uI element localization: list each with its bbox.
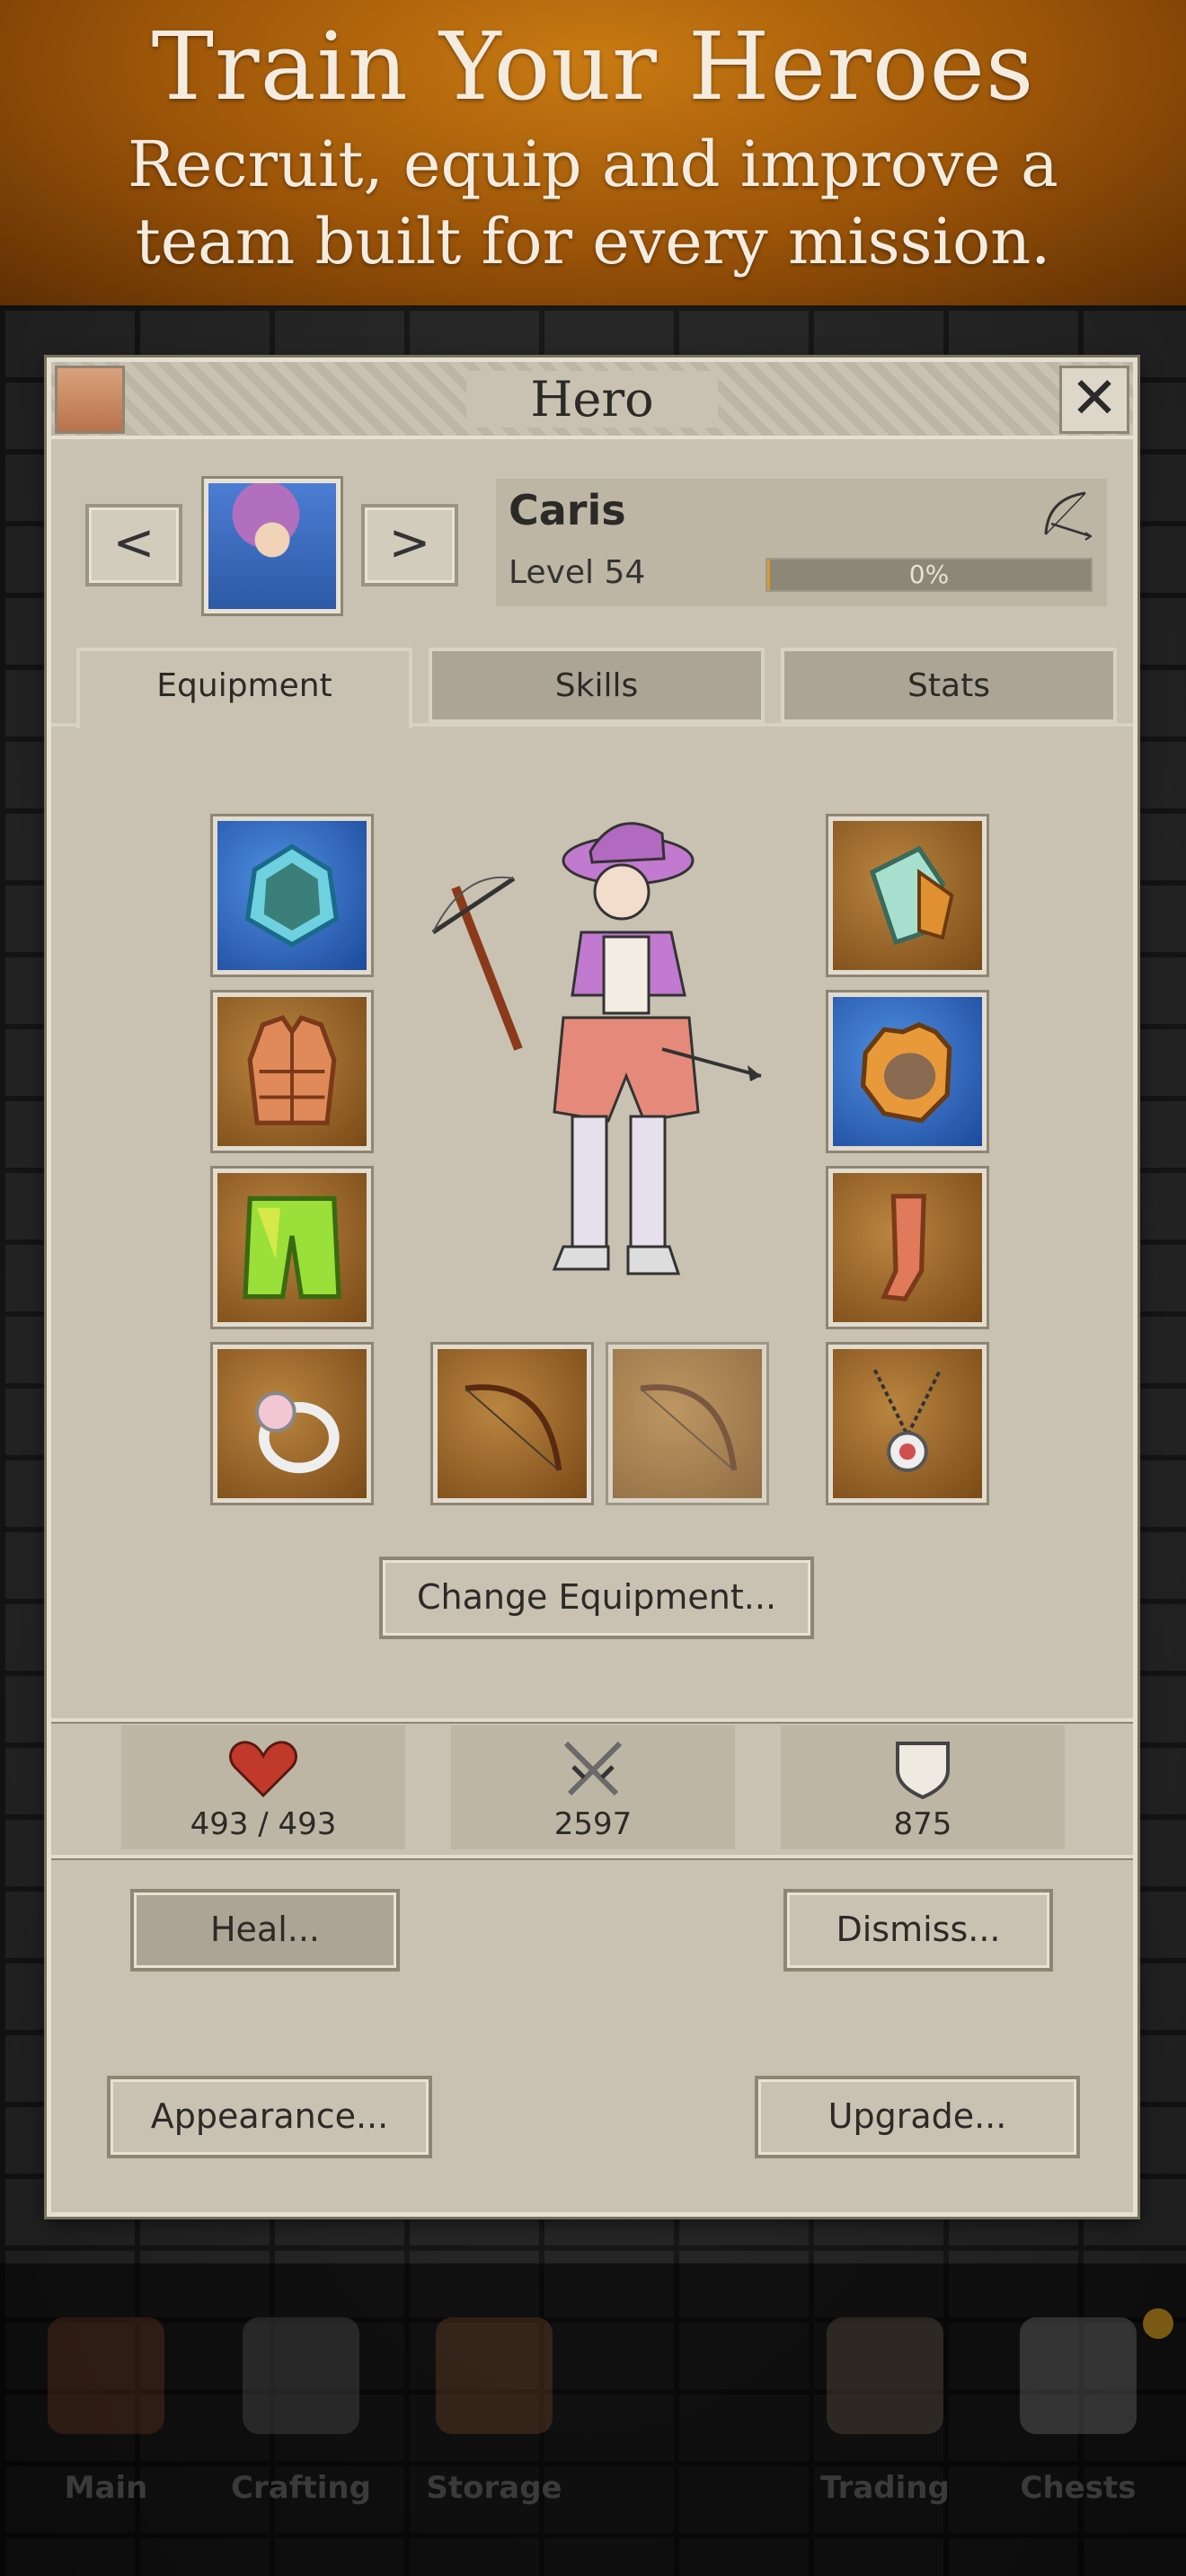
- dismiss-button[interactable]: Dismiss...: [783, 1889, 1053, 1972]
- nav-crafting[interactable]: Crafting: [220, 2317, 382, 2533]
- off-hand-slot[interactable]: [608, 1345, 766, 1503]
- backpack-icon: [436, 2317, 553, 2434]
- promo-banner: Train Your Heroes Recruit, equip and imp…: [0, 0, 1186, 305]
- chest-slot[interactable]: [213, 992, 371, 1151]
- xp-percent: 0%: [908, 560, 950, 589]
- nav-storage[interactable]: Storage: [413, 2317, 575, 2533]
- appearance-button[interactable]: Appearance...: [107, 2076, 432, 2158]
- ring-slot[interactable]: [213, 1345, 371, 1503]
- bow-icon: [640, 1384, 738, 1471]
- health-stat: 493 / 493: [121, 1725, 405, 1849]
- nav-trading-label: Trading: [820, 2470, 950, 2506]
- main-hand-slot[interactable]: [433, 1345, 591, 1503]
- hero-portrait[interactable]: [204, 479, 341, 613]
- nav-chests-label: Chests: [1020, 2470, 1137, 2506]
- helmet-slot[interactable]: [213, 816, 371, 975]
- defense-stat: 875: [781, 1725, 1065, 1849]
- crossed-swords-icon: [563, 1741, 623, 1796]
- bottom-navigation: Main Crafting Storage Trading Chests: [0, 2263, 1186, 2576]
- heal-button[interactable]: Heal...: [130, 1889, 400, 1972]
- hero-info: Caris Level 54 0%: [496, 479, 1107, 606]
- banner-subtitle-line1: Recruit, equip and improve a: [128, 128, 1058, 201]
- shield-icon: [896, 1742, 950, 1799]
- health-value: 493 / 493: [190, 1806, 337, 1842]
- upgrade-button[interactable]: Upgrade...: [755, 2076, 1080, 2158]
- trade-icon: [827, 2317, 943, 2434]
- attack-value: 2597: [553, 1806, 633, 1842]
- nav-main[interactable]: Main: [25, 2317, 187, 2533]
- house-icon: [48, 2317, 164, 2434]
- xp-progress-bar: 0%: [766, 558, 1093, 592]
- next-hero-button[interactable]: >: [361, 504, 458, 587]
- attack-stat: 2597: [451, 1725, 735, 1849]
- crystal-helmet-icon: [244, 843, 340, 948]
- gloves-slot[interactable]: [828, 992, 987, 1151]
- dialog-titlebar: Hero ✕: [51, 362, 1133, 439]
- bow-icon: [465, 1384, 562, 1471]
- shoulder-slot[interactable]: [828, 816, 987, 975]
- notification-dot: [1143, 2308, 1173, 2339]
- tab-stats[interactable]: Stats: [781, 648, 1117, 723]
- hero-level: Level 54: [509, 554, 646, 591]
- dialog-title: Hero: [466, 371, 718, 428]
- hammer-icon: [243, 2317, 359, 2434]
- tab-skills[interactable]: Skills: [429, 648, 765, 723]
- hero-figure: [431, 822, 762, 1275]
- shoulder-armor-icon: [869, 845, 954, 946]
- legs-slot[interactable]: [213, 1169, 371, 1327]
- banner-subtitle-line2: team built for every mission.: [135, 205, 1051, 278]
- stats-divider-bottom: [51, 1855, 1133, 1858]
- hero-name: Caris: [509, 486, 626, 534]
- ring-icon: [255, 1391, 340, 1474]
- stats-divider-top: [51, 1718, 1133, 1722]
- heart-icon: [229, 1741, 297, 1798]
- leather-vest-icon: [247, 1015, 337, 1125]
- amulet-icon: [872, 1369, 943, 1472]
- tab-equipment[interactable]: Equipment: [76, 648, 412, 728]
- gloves-icon: [860, 1022, 952, 1124]
- bow-icon: [1044, 491, 1093, 541]
- nav-trading[interactable]: Trading: [804, 2317, 966, 2533]
- nav-storage-label: Storage: [426, 2470, 562, 2506]
- amulet-slot[interactable]: [828, 1345, 987, 1503]
- chest-icon: [1020, 2317, 1137, 2434]
- change-equipment-button[interactable]: Change Equipment...: [379, 1557, 814, 1639]
- boot-icon: [881, 1194, 926, 1301]
- nav-crafting-label: Crafting: [231, 2470, 371, 2506]
- nav-main-label: Main: [64, 2470, 148, 2506]
- nav-chests[interactable]: Chests: [997, 2317, 1159, 2533]
- close-button[interactable]: ✕: [1059, 366, 1129, 434]
- prev-hero-button[interactable]: <: [85, 504, 182, 587]
- defense-value: 875: [893, 1806, 952, 1842]
- hero-thumbnail-icon: [55, 366, 125, 434]
- boots-slot[interactable]: [828, 1169, 987, 1327]
- hero-dialog: Hero ✕ < > Caris Level 54 0% Equipment S…: [47, 357, 1137, 2217]
- banner-title: Train Your Heroes: [151, 12, 1035, 121]
- pants-icon: [243, 1195, 341, 1300]
